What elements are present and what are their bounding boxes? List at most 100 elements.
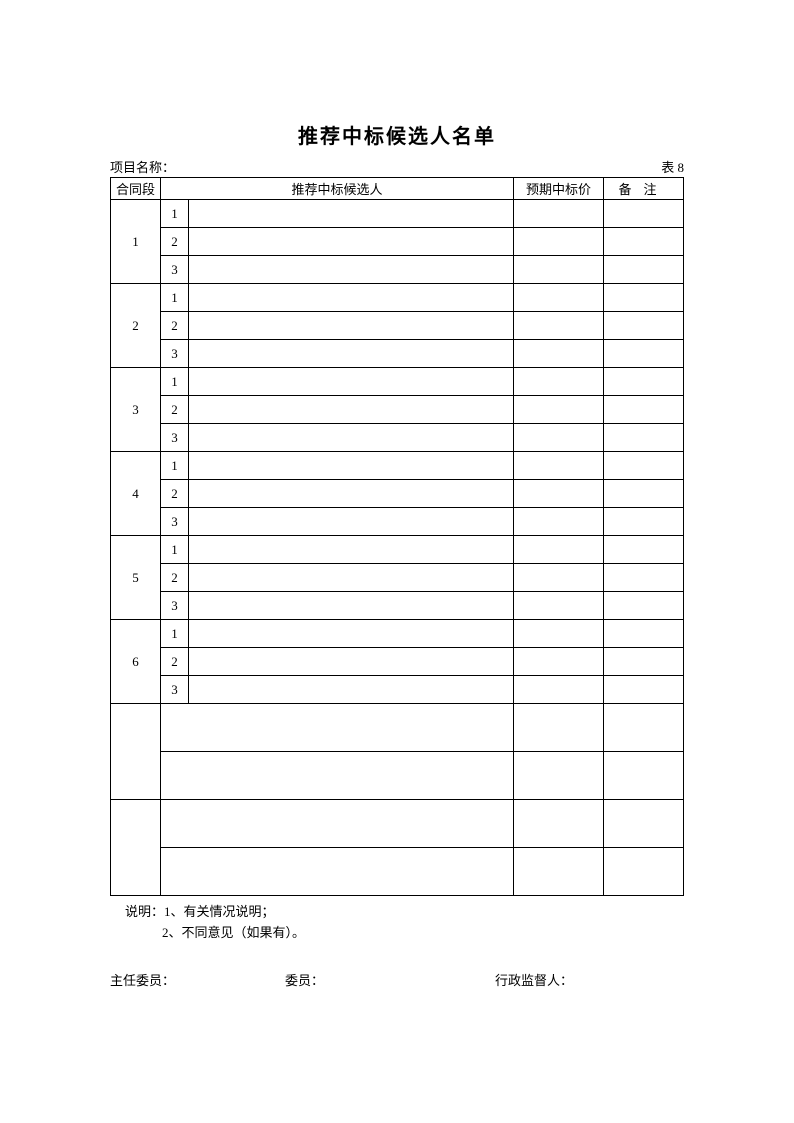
explain-item-1: 1、有关情况说明； [164, 904, 275, 919]
rank-cell: 2 [161, 312, 189, 340]
explain-lead: 说明： [125, 904, 164, 919]
rank-cell: 1 [161, 200, 189, 228]
candidate-cell [189, 676, 514, 704]
notes-cell [604, 396, 684, 424]
notes-cell [604, 480, 684, 508]
notes-cell [604, 704, 684, 752]
notes-cell [604, 564, 684, 592]
notes-cell [604, 424, 684, 452]
candidate-cell [189, 228, 514, 256]
rank-cell: 3 [161, 340, 189, 368]
rank-cell: 2 [161, 228, 189, 256]
price-cell [514, 396, 604, 424]
section-cell: 2 [111, 284, 161, 368]
price-cell [514, 480, 604, 508]
notes-cell [604, 200, 684, 228]
rank-cell: 3 [161, 592, 189, 620]
candidate-cell [189, 368, 514, 396]
col-section: 合同段 [111, 178, 161, 200]
rank-cell: 3 [161, 508, 189, 536]
price-cell [514, 508, 604, 536]
price-cell [514, 312, 604, 340]
price-cell [514, 340, 604, 368]
signature-row: 主任委员： 委员： 行政监督人： [110, 970, 684, 989]
candidate-cell [189, 340, 514, 368]
candidate-cell [189, 648, 514, 676]
explain-item-2: 2、不同意见（如果有）。 [110, 923, 684, 944]
rank-cell: 1 [161, 368, 189, 396]
col-notes: 备注 [604, 178, 684, 200]
section-cell: 1 [111, 200, 161, 284]
rank-cell: 2 [161, 396, 189, 424]
candidate-cell [189, 620, 514, 648]
candidate-cell [189, 452, 514, 480]
rank-cell: 1 [161, 536, 189, 564]
notes-cell [604, 508, 684, 536]
candidate-cell [161, 848, 514, 896]
table-number: 表 8 [661, 157, 684, 176]
price-cell [514, 848, 604, 896]
notes-cell [604, 228, 684, 256]
price-cell [514, 424, 604, 452]
section-cell: 3 [111, 368, 161, 452]
col-candidate: 推荐中标候选人 [161, 178, 514, 200]
candidate-cell [189, 564, 514, 592]
candidate-cell [189, 424, 514, 452]
price-cell [514, 620, 604, 648]
price-cell [514, 200, 604, 228]
project-name-label: 项目名称： [110, 157, 175, 176]
notes-cell [604, 848, 684, 896]
rank-cell: 1 [161, 620, 189, 648]
rank-cell: 2 [161, 648, 189, 676]
price-cell [514, 800, 604, 848]
price-cell [514, 256, 604, 284]
rank-cell: 3 [161, 676, 189, 704]
notes-cell [604, 312, 684, 340]
candidate-cell [189, 508, 514, 536]
price-cell [514, 676, 604, 704]
candidate-cell [189, 200, 514, 228]
rank-cell: 1 [161, 452, 189, 480]
page-title: 推荐中标候选人名单 [110, 120, 684, 149]
section-cell: 4 [111, 452, 161, 536]
notes-cell [604, 752, 684, 800]
candidate-cell [189, 480, 514, 508]
price-cell [514, 704, 604, 752]
price-cell [514, 592, 604, 620]
rank-cell: 2 [161, 564, 189, 592]
rank-cell: 3 [161, 424, 189, 452]
notes-cell [604, 452, 684, 480]
sig-member: 委员： [285, 970, 495, 989]
candidates-table: 合同段 推荐中标候选人 预期中标价 备注 11 2 3 21 2 3 31 2 … [110, 177, 684, 896]
rank-cell: 2 [161, 480, 189, 508]
notes-cell [604, 648, 684, 676]
section-cell-empty [111, 704, 161, 800]
col-price: 预期中标价 [514, 178, 604, 200]
candidate-cell [189, 256, 514, 284]
candidate-cell [189, 396, 514, 424]
price-cell [514, 536, 604, 564]
notes-cell [604, 592, 684, 620]
notes-cell [604, 256, 684, 284]
section-cell: 6 [111, 620, 161, 704]
candidate-cell [161, 704, 514, 752]
notes-cell [604, 284, 684, 312]
notes-cell [604, 368, 684, 396]
candidate-cell [189, 592, 514, 620]
candidate-cell [189, 536, 514, 564]
price-cell [514, 452, 604, 480]
sig-supervisor: 行政监督人： [495, 970, 684, 989]
price-cell [514, 648, 604, 676]
notes-cell [604, 800, 684, 848]
explain-block: 说明：1、有关情况说明； 2、不同意见（如果有）。 [110, 902, 684, 944]
candidate-cell [189, 284, 514, 312]
price-cell [514, 284, 604, 312]
candidate-cell [161, 800, 514, 848]
price-cell [514, 368, 604, 396]
notes-cell [604, 676, 684, 704]
price-cell [514, 564, 604, 592]
price-cell [514, 752, 604, 800]
notes-cell [604, 620, 684, 648]
notes-cell [604, 536, 684, 564]
candidate-cell [189, 312, 514, 340]
